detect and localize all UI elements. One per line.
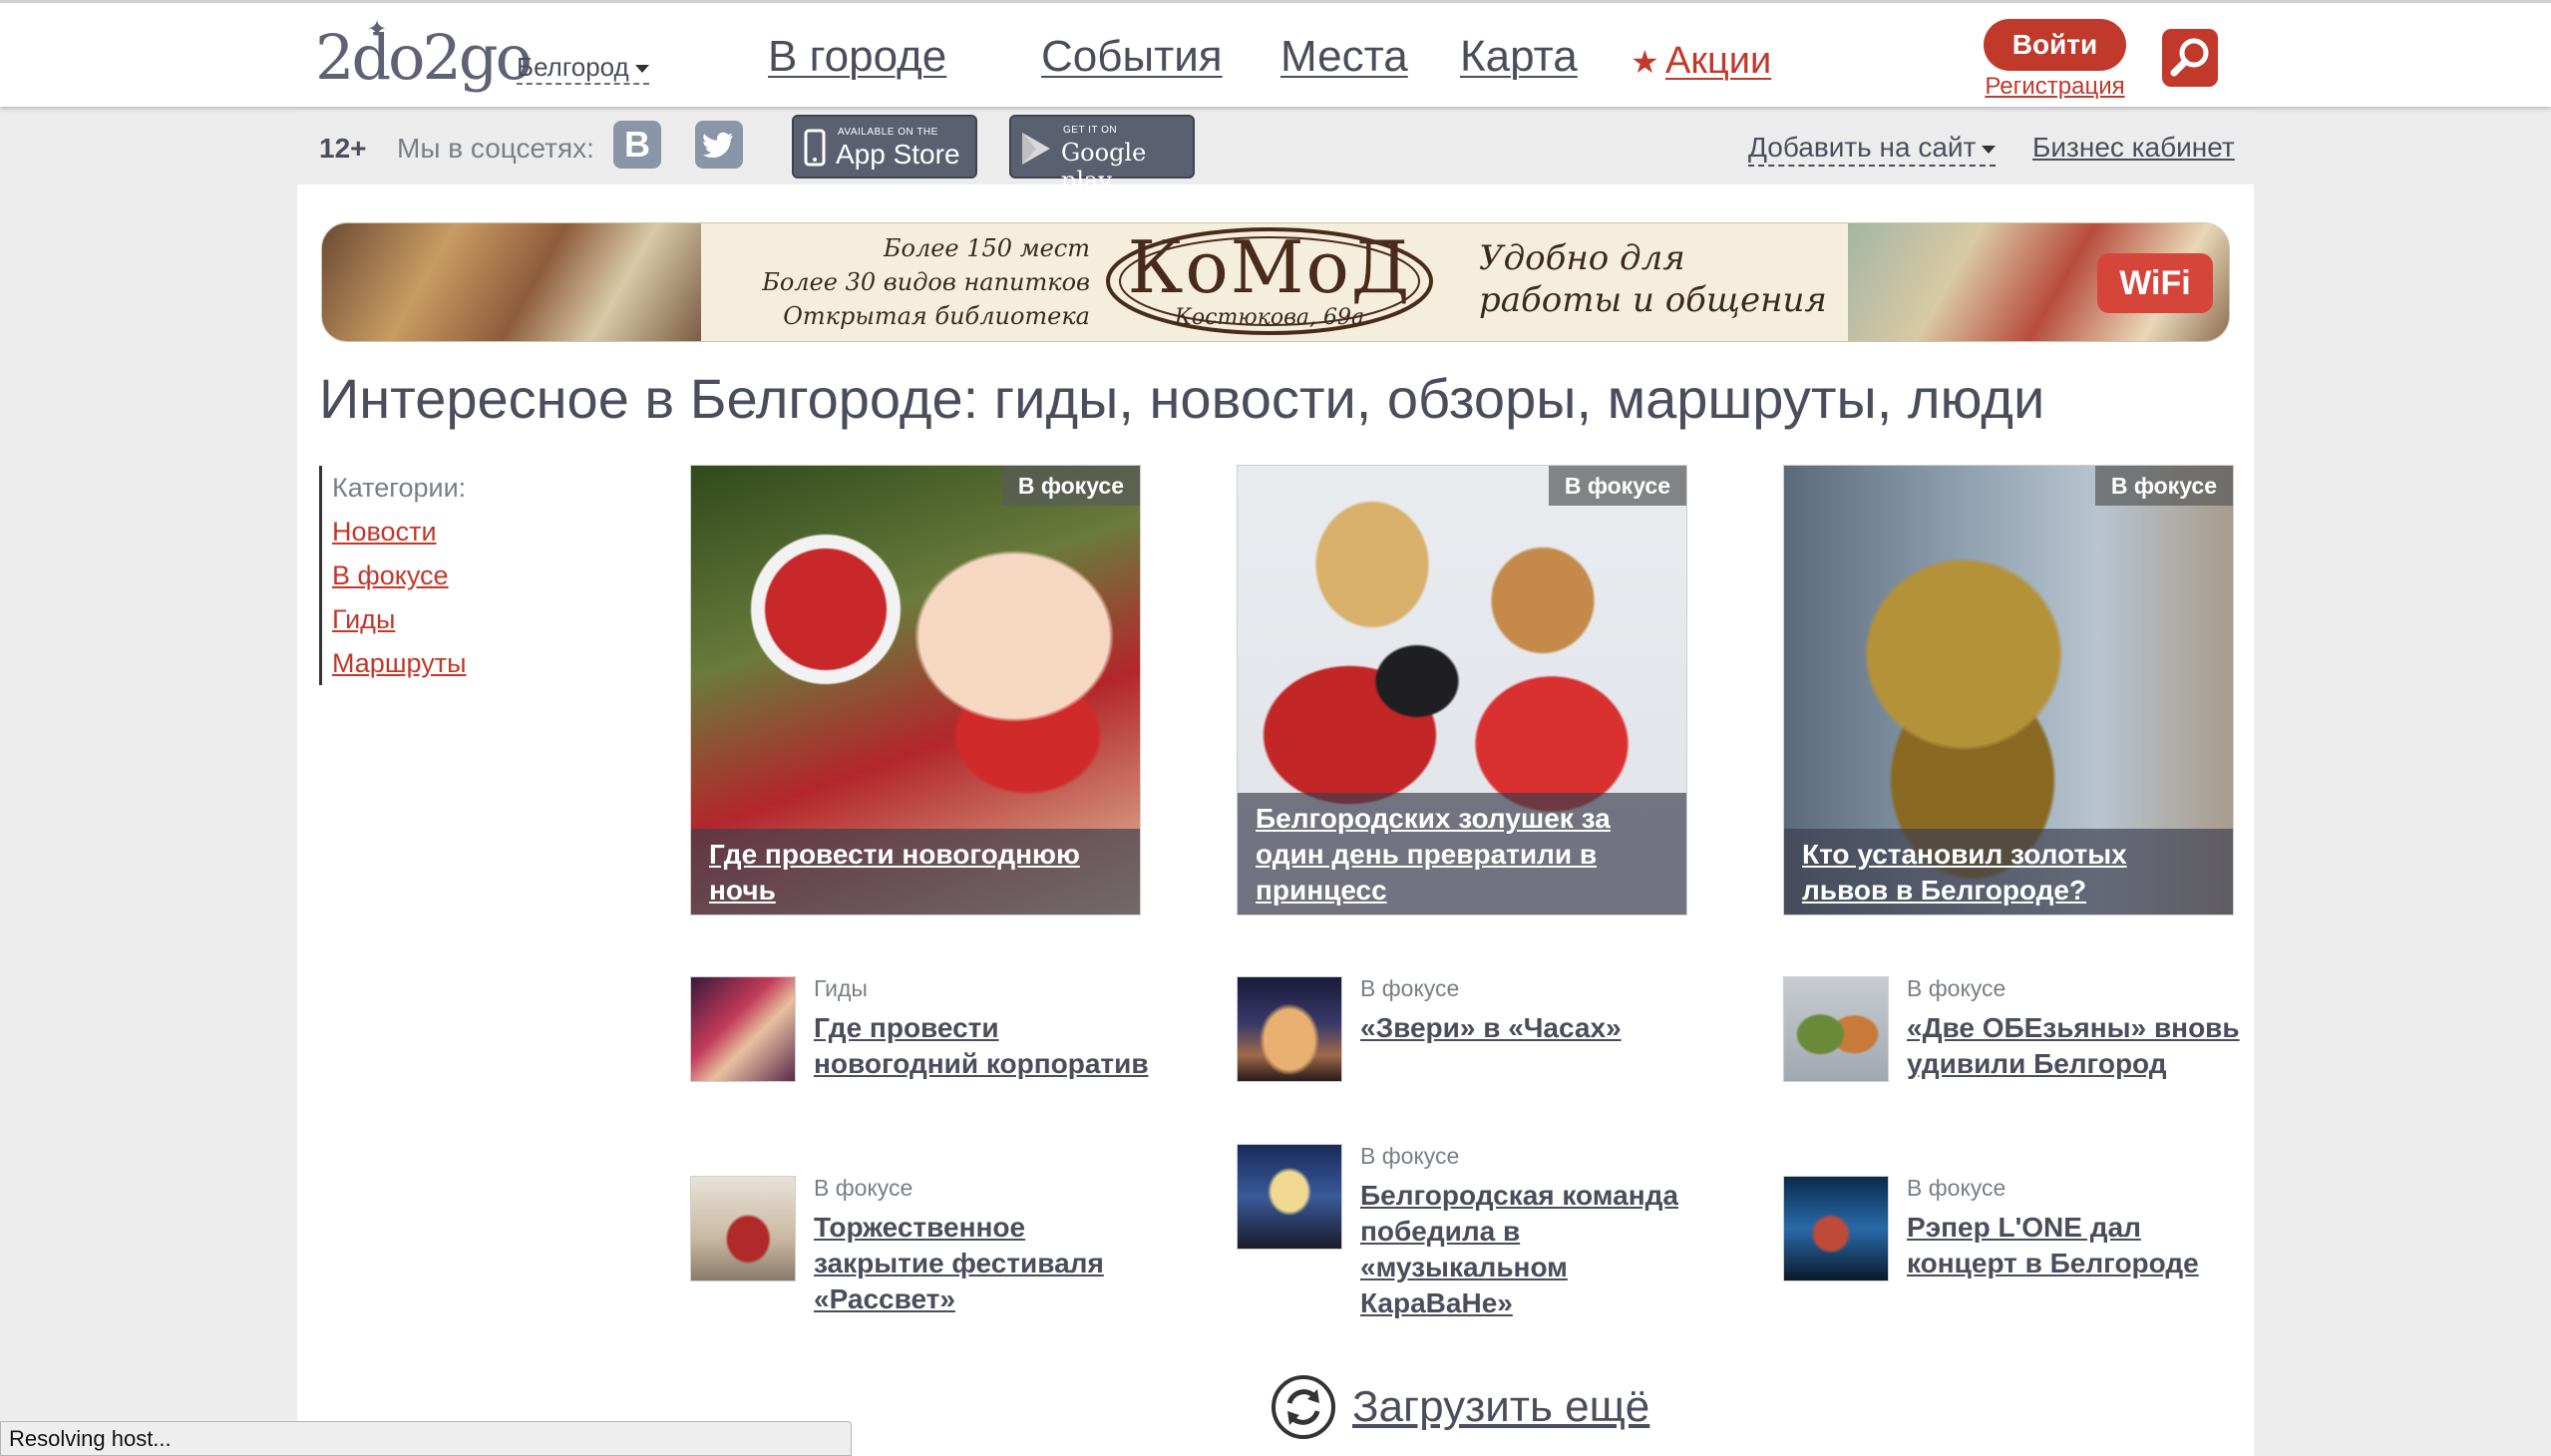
banner-photo (322, 223, 701, 341)
nav-events[interactable]: События (1041, 31, 1223, 83)
twitter-bird-icon (703, 132, 733, 159)
google-play-small-text: GET IT ON (1063, 125, 1118, 136)
news-thumbnail[interactable] (1237, 976, 1342, 1082)
card-caption: Кто установил золотых львов в Белгороде? (1784, 829, 2233, 914)
site-header: 2do2go ✦ Белгород В городе События Места… (0, 0, 2551, 107)
card-caption: Где провести новогоднюю ночь (691, 829, 1140, 914)
ad-banner[interactable]: Более 150 мест Более 30 видов напитков О… (321, 222, 2230, 342)
twitter-icon[interactable] (695, 121, 743, 169)
vk-icon[interactable]: B (613, 121, 661, 169)
city-label: Белгород (517, 52, 629, 82)
category-routes[interactable]: Маршруты (332, 641, 618, 685)
featured-card[interactable]: В фокусе Белгородских золушек за один де… (1237, 465, 1687, 915)
news-thumbnail[interactable] (1237, 1144, 1342, 1250)
search-icon (2170, 38, 2209, 77)
search-button[interactable] (2162, 29, 2218, 87)
app-store-text: App Store (836, 139, 960, 170)
news-title[interactable]: Торжественное закрытие фестиваля «Рассве… (814, 1210, 1153, 1317)
city-selector[interactable]: Белгород (517, 51, 649, 85)
category-in-focus[interactable]: В фокусе (332, 553, 618, 597)
social-label: Мы в соцсетях: (397, 133, 594, 164)
refresh-arrows-icon (1286, 1389, 1320, 1425)
news-thumbnail[interactable] (1783, 1176, 1889, 1281)
card-tag: В фокусе (1548, 466, 1686, 506)
featured-card[interactable]: В фокусе Кто установил золотых львов в Б… (1783, 465, 2234, 915)
load-more-link[interactable]: Загрузить ещё (1352, 1379, 1649, 1435)
news-category: В фокусе (1360, 975, 1460, 1001)
chevron-down-icon (1982, 145, 1997, 154)
news-title[interactable]: «Две ОБЕзьяны» вновь удивили Белгород (1907, 1010, 2246, 1082)
categories-label: Категории: (332, 473, 467, 503)
app-store-small-text: AVAILABLE ON THE (838, 127, 938, 138)
news-category: Гиды (814, 975, 868, 1001)
browser-status-bar: Resolving host... (0, 1421, 852, 1456)
news-category: В фокусе (1907, 1175, 2006, 1201)
add-to-site-dropdown[interactable]: Добавить на сайт (1748, 131, 1997, 167)
news-thumbnail[interactable] (1783, 976, 1889, 1082)
banner-feature: Более 150 мест (883, 234, 1090, 262)
register-link[interactable]: Регистрация (1984, 73, 2126, 101)
banner-feature: Открытая библиотека (783, 302, 1090, 330)
card-tag: В фокусе (1001, 466, 1140, 506)
business-cabinet-link[interactable]: Бизнес кабинет (2032, 131, 2235, 165)
phone-icon (804, 129, 826, 167)
news-title[interactable]: «Звери» в «Часах» (1360, 1010, 1699, 1046)
news-category: В фокусе (1360, 1143, 1460, 1169)
news-thumbnail[interactable] (690, 1176, 796, 1281)
star-icon: ★ (1631, 44, 1659, 80)
page-title: Интересное в Белгороде: гиды, новости, о… (319, 367, 2045, 430)
google-play-badge[interactable]: GET IT ON Google play (1009, 115, 1195, 194)
wifi-badge: WiFi (2097, 253, 2213, 313)
banner-brand: КоМоД Костюкова, 69а (1100, 223, 1439, 341)
page-container: 12+ Мы в соцсетях: B AVAILABLE ON THE Ap… (297, 107, 2254, 1456)
news-title[interactable]: Где провести новогодний корпоратив (814, 1010, 1153, 1082)
banner-feature: Более 30 видов напитков (762, 268, 1090, 296)
logo-star-icon: ✦ (367, 16, 388, 43)
nav-in-city[interactable]: В городе (768, 31, 946, 83)
add-to-site-label: Добавить на сайт (1748, 132, 1977, 163)
app-store-badge[interactable]: AVAILABLE ON THE App Store (792, 115, 977, 179)
play-icon (1022, 133, 1050, 165)
card-tag: В фокусе (2094, 466, 2233, 506)
banner-slogan: Удобно для работы и общения (1479, 238, 1827, 320)
card-title[interactable]: Кто установил золотых львов в Белгороде? (1802, 837, 2215, 909)
category-news[interactable]: Новости (332, 510, 618, 553)
card-title[interactable]: Где провести новогоднюю ночь (709, 837, 1122, 909)
banner-brand-name: КоМоД (1127, 225, 1412, 309)
category-guides[interactable]: Гиды (332, 597, 618, 641)
login-button[interactable]: Войти (1984, 19, 2126, 71)
google-play-text: Google play (1061, 139, 1147, 194)
site-logo[interactable]: 2do2go (315, 27, 533, 89)
refresh-icon[interactable] (1272, 1375, 1335, 1439)
nav-places[interactable]: Места (1280, 31, 1408, 83)
card-caption: Белгородских золушек за один день превра… (1238, 793, 1686, 914)
banner-address: Костюкова, 69а (1174, 305, 1365, 330)
news-title[interactable]: Белгородская команда победила в «музыкал… (1360, 1178, 1699, 1321)
news-category: В фокусе (1907, 975, 2006, 1001)
news-thumbnail[interactable] (690, 976, 796, 1082)
categories-menu: Категории: Новости В фокусе Гиды Маршрут… (319, 466, 618, 685)
news-title[interactable]: Рэпер L'ONE дал концерт в Белгороде (1907, 1210, 2246, 1281)
news-category: В фокусе (814, 1175, 913, 1201)
chevron-down-icon (634, 65, 649, 74)
sub-toolbar: 12+ Мы в соцсетях: B AVAILABLE ON THE Ap… (297, 107, 2254, 194)
banner-features: Более 150 мест Более 30 видов напитков О… (701, 231, 1090, 333)
card-title[interactable]: Белгородских золушек за один день превра… (1256, 801, 1668, 909)
nav-map[interactable]: Карта (1460, 31, 1578, 83)
featured-card[interactable]: В фокусе Где провести новогоднюю ночь (690, 465, 1141, 915)
nav-promotions[interactable]: Акции (1665, 35, 1771, 87)
age-rating: 12+ (319, 133, 367, 164)
